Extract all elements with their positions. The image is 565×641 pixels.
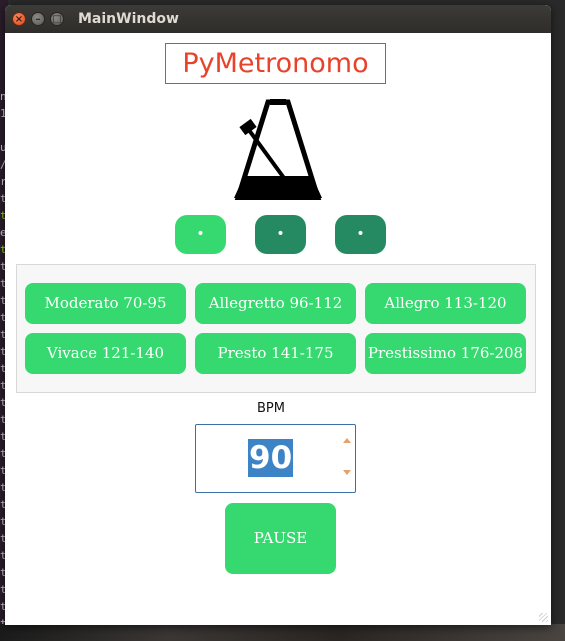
- spin-up-arrow-icon[interactable]: [343, 438, 351, 443]
- bpm-spinbox[interactable]: 90: [195, 424, 356, 493]
- preset-presto-button[interactable]: Presto 141-175: [195, 333, 356, 374]
- minimize-window-button[interactable]: –: [31, 12, 45, 26]
- preset-allegretto-button[interactable]: Allegretto 96-112: [195, 283, 356, 324]
- beat-indicator-2: •: [255, 215, 306, 254]
- window-title: MainWindow: [78, 11, 179, 27]
- beat-indicator-1: •: [175, 215, 226, 254]
- bpm-value[interactable]: 90: [248, 439, 294, 477]
- preset-prestissimo-button[interactable]: Prestissimo 176-208: [365, 333, 526, 374]
- preset-allegro-button[interactable]: Allegro 113-120: [365, 283, 526, 324]
- preset-moderato-button[interactable]: Moderato 70-95: [25, 283, 186, 324]
- app-title: PyMetronomo: [165, 43, 386, 84]
- tempo-presets-panel: Moderato 70-95 Allegretto 96-112 Allegro…: [16, 264, 536, 393]
- spin-down-arrow-icon[interactable]: [343, 470, 351, 475]
- main-window: × – □ MainWindow PyMetronomo • • • Moder…: [5, 5, 551, 625]
- close-window-button[interactable]: ×: [12, 12, 26, 26]
- resize-grip-icon[interactable]: [539, 613, 548, 622]
- metronome-icon: [234, 99, 322, 200]
- desktop-background: [0, 624, 565, 641]
- window-titlebar[interactable]: × – □ MainWindow: [5, 5, 551, 33]
- beat-indicator-3: •: [335, 215, 386, 254]
- pause-button[interactable]: PAUSE: [225, 503, 336, 574]
- bpm-label: BPM: [257, 401, 285, 416]
- maximize-window-button[interactable]: □: [50, 12, 64, 26]
- preset-vivace-button[interactable]: Vivace 121-140: [25, 333, 186, 374]
